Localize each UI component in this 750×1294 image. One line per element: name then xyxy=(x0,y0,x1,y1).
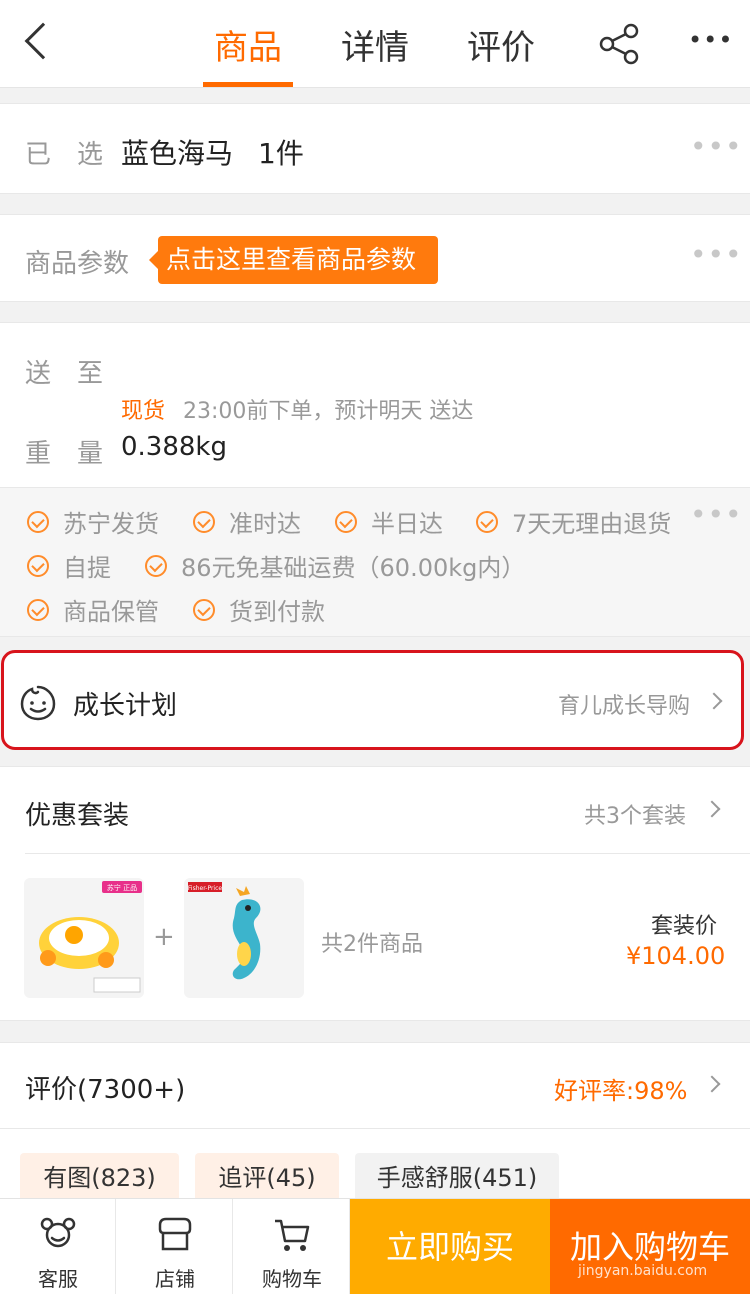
check-circle-icon xyxy=(145,554,167,577)
service-item: 准时达 xyxy=(193,504,301,539)
svg-text:Fisher-Price: Fisher-Price xyxy=(188,885,222,892)
toy-car-image: 苏宁 正品 xyxy=(39,881,142,993)
check-circle-icon xyxy=(476,510,498,533)
top-nav-bar: 商品 详情 评价 ••• xyxy=(0,0,750,88)
check-circle-icon xyxy=(335,510,357,533)
divider xyxy=(25,853,750,854)
bundle-items-count: 共2件商品 xyxy=(321,932,423,957)
svg-text:苏宁 正品: 苏宁 正品 xyxy=(107,883,137,892)
customer-service-button[interactable]: 客服 xyxy=(0,1199,116,1294)
bundle-item-image[interactable]: Fisher-Price xyxy=(184,878,304,998)
selected-label: 已 选 xyxy=(25,140,104,170)
growth-plan-title: 成长计划 xyxy=(73,691,178,721)
check-circle-icon xyxy=(193,510,215,533)
seahorse-toy-image: Fisher-Price xyxy=(188,882,261,980)
more-icon[interactable]: ••• xyxy=(690,130,743,163)
growth-plan-row[interactable]: 成长计划 育儿成长导购 xyxy=(1,650,744,750)
store-icon xyxy=(158,1217,192,1251)
check-circle-icon xyxy=(27,554,49,577)
bundle-price: ¥104.00 xyxy=(626,942,726,970)
selected-qty: 1件 xyxy=(258,137,304,170)
weight-label: 重 量 xyxy=(25,439,104,469)
bundle-price-label: 套装价 xyxy=(651,914,718,939)
add-to-cart-button[interactable]: 加入购物车 xyxy=(550,1199,750,1294)
buy-now-button[interactable]: 立即购买 xyxy=(350,1199,550,1294)
params-label: 商品参数 xyxy=(25,249,130,279)
tab-detail[interactable]: 详情 xyxy=(341,20,409,69)
bottom-action-bar: 客服 店铺 购物车 立即购买 加入购物车 xyxy=(0,1198,750,1294)
chevron-right-icon xyxy=(705,692,723,710)
more-icon[interactable]: ••• xyxy=(690,498,743,531)
weight-value: 0.388kg xyxy=(121,432,227,462)
back-icon[interactable] xyxy=(24,22,62,60)
divider xyxy=(0,1128,750,1129)
check-circle-icon xyxy=(193,598,215,621)
service-item: 7天无理由退货 xyxy=(476,504,671,539)
service-item: 86元免基础运费（60.00kg内） xyxy=(145,548,525,583)
delivery-eta: 23:00前下单，预计明天 送达 xyxy=(183,399,474,424)
bundle-title: 优惠套装 xyxy=(25,801,130,831)
delivery-to-label: 送 至 xyxy=(25,359,104,389)
store-label: 店铺 xyxy=(155,1267,195,1291)
active-tab-indicator xyxy=(203,82,293,87)
review-tag[interactable]: 手感舒服(451) xyxy=(355,1153,559,1203)
selected-value: 蓝色海马 xyxy=(121,137,234,170)
customer-service-label: 客服 xyxy=(38,1267,78,1291)
service-item: 自提 xyxy=(27,548,111,583)
service-item: 苏宁发货 xyxy=(27,504,159,539)
reviews-title: 评价(7300+) xyxy=(25,1075,186,1105)
more-icon[interactable]: ••• xyxy=(690,238,743,271)
tab-review[interactable]: 评价 xyxy=(467,20,535,69)
store-button[interactable]: 店铺 xyxy=(117,1199,233,1294)
cart-label: 购物车 xyxy=(262,1267,322,1291)
more-menu-icon[interactable]: ••• xyxy=(688,26,733,54)
stock-status: 现货 xyxy=(121,399,166,424)
service-item: 商品保管 xyxy=(27,592,159,627)
growth-plan-link[interactable]: 育儿成长导购 xyxy=(558,688,690,720)
cart-button[interactable]: 购物车 xyxy=(234,1199,350,1294)
check-circle-icon xyxy=(27,598,49,621)
tab-product[interactable]: 商品 xyxy=(214,20,282,69)
watermark: jingyan.baidu.com xyxy=(578,1263,708,1279)
baby-face-icon xyxy=(20,685,56,721)
bundle-count[interactable]: 共3个套装 xyxy=(584,798,686,830)
customer-service-icon xyxy=(40,1217,76,1248)
service-item: 货到付款 xyxy=(193,592,325,627)
bundle-item-image[interactable]: 苏宁 正品 xyxy=(24,878,144,998)
review-tag[interactable]: 追评(45) xyxy=(195,1153,339,1203)
review-tag[interactable]: 有图(823) xyxy=(20,1153,179,1203)
service-item: 半日达 xyxy=(335,504,443,539)
check-circle-icon xyxy=(27,510,49,533)
positive-rate[interactable]: 好评率:98% xyxy=(554,1071,687,1106)
cart-icon xyxy=(275,1219,310,1251)
selected-spec-row[interactable]: 已 选 蓝色海马 1件 ••• xyxy=(0,103,750,194)
bundle-plus: + xyxy=(153,922,175,952)
params-tooltip[interactable]: 点击这里查看商品参数 xyxy=(149,236,438,284)
share-icon[interactable] xyxy=(598,22,642,66)
